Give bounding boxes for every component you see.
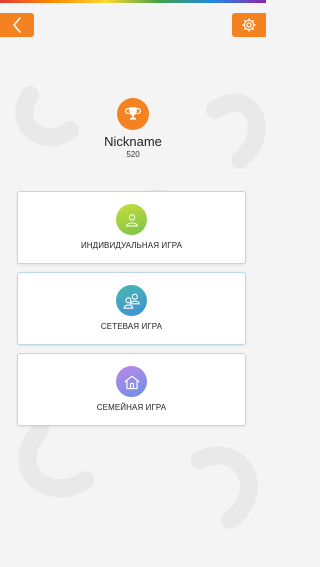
- network-game-card[interactable]: СЕТЕВАЯ ИГРА: [17, 272, 246, 345]
- family-game-badge: [116, 366, 147, 397]
- rainbow-strip: [0, 0, 266, 3]
- player-profile: Nickname 520: [0, 98, 266, 159]
- family-game-label: СЕМЕЙНАЯ ИГРА: [96, 403, 167, 412]
- family-game-card[interactable]: СЕМЕЙНАЯ ИГРА: [17, 353, 246, 426]
- score-label: 520: [126, 150, 140, 159]
- back-button[interactable]: [0, 13, 34, 37]
- single-player-card[interactable]: ИНДИВИДУАЛЬНАЯ ИГРА: [17, 191, 246, 264]
- gear-icon: [242, 18, 256, 32]
- settings-button[interactable]: [232, 13, 266, 37]
- users-icon: [123, 293, 140, 309]
- network-game-label: СЕТЕВАЯ ИГРА: [100, 322, 163, 331]
- home-icon: [123, 375, 140, 389]
- trophy-badge: [117, 98, 149, 130]
- chevron-left-icon: [13, 17, 21, 33]
- network-game-badge: [116, 285, 147, 316]
- nickname-label: Nickname: [104, 134, 162, 149]
- single-player-label: ИНДИВИДУАЛЬНАЯ ИГРА: [80, 241, 183, 250]
- single-player-badge: [116, 204, 147, 235]
- trophy-icon: [125, 107, 141, 120]
- user-icon: [125, 213, 138, 227]
